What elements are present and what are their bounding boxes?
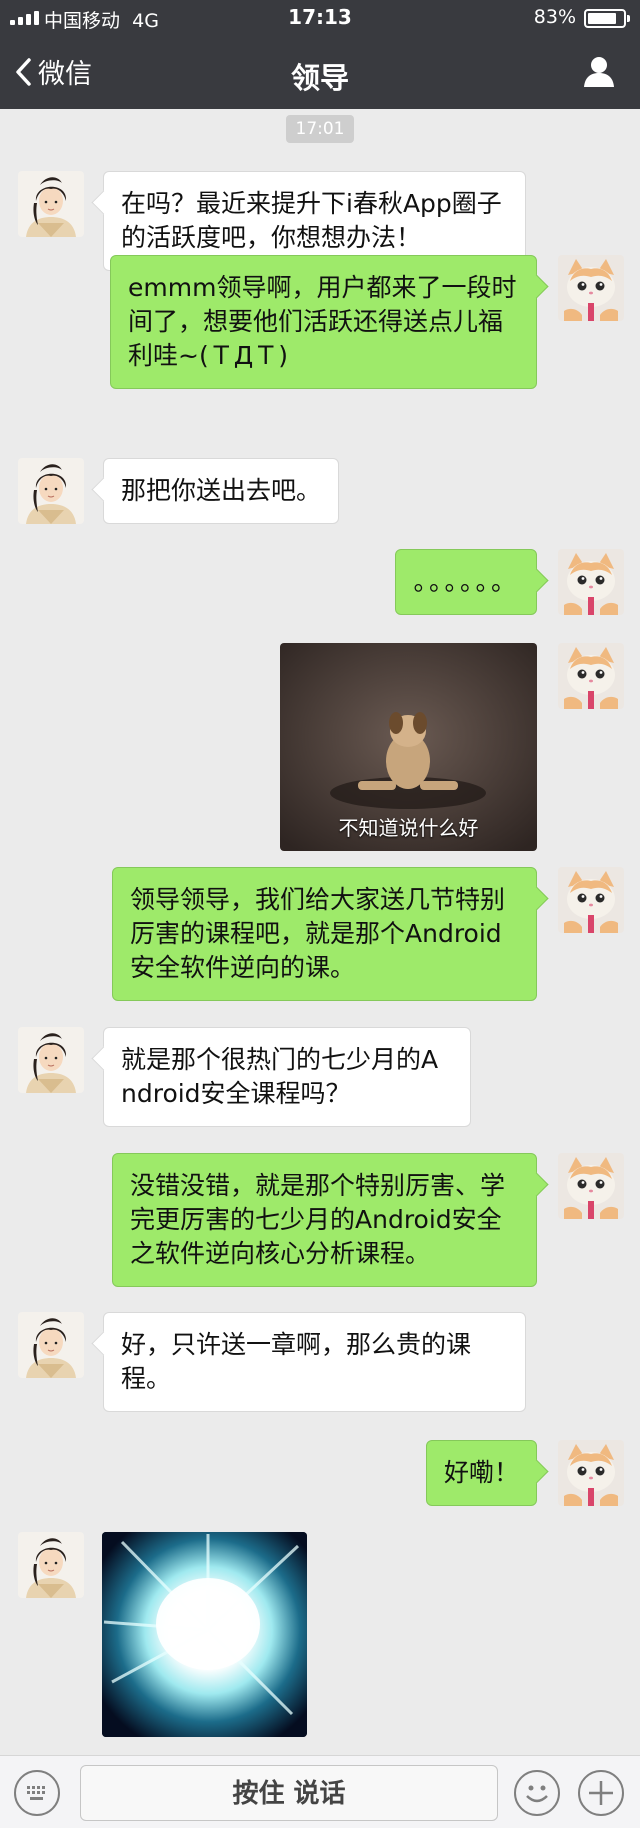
battery-percent: 83%	[533, 6, 576, 28]
plus-icon	[589, 1781, 613, 1805]
my-avatar-cat	[558, 1153, 624, 1219]
contact-avatar-portrait	[18, 458, 84, 524]
contact-avatar[interactable]	[18, 458, 84, 524]
my-avatar-cat	[558, 643, 624, 709]
contact-avatar-portrait	[18, 171, 84, 237]
nav-bar: 微信 领导	[0, 36, 640, 109]
contact-avatar[interactable]	[18, 1027, 84, 1093]
chat-info-button[interactable]	[582, 54, 616, 92]
contact-avatar-portrait	[18, 1312, 84, 1378]
battery-icon	[584, 9, 630, 28]
keyboard-icon	[27, 1786, 45, 1800]
image-message-puppy[interactable]: 不知道说什么好	[280, 643, 537, 851]
my-avatar-cat	[558, 1440, 624, 1506]
contact-avatar[interactable]	[18, 171, 84, 237]
my-avatar-cat	[558, 867, 624, 933]
contact-avatar-portrait	[18, 1027, 84, 1093]
message-bubble-outgoing[interactable]: 。。。。。。	[395, 549, 537, 615]
my-avatar-cat	[558, 255, 624, 321]
my-avatar[interactable]	[558, 255, 624, 321]
keyboard-toggle-button[interactable]	[14, 1770, 60, 1816]
message-bubble-incoming[interactable]: 好，只许送一章啊，那么贵的课程。	[103, 1312, 526, 1412]
message-bubble-outgoing[interactable]: emmm领导啊，用户都来了一段时间了，想要他们活跃还得送点儿福利哇~(ＴДＴ)	[110, 255, 537, 389]
input-bar: 按住 说话	[0, 1755, 640, 1828]
contact-avatar-portrait	[18, 1532, 84, 1598]
light-burst-image	[102, 1532, 307, 1737]
chat-title: 领导	[290, 61, 349, 95]
emoji-button[interactable]	[514, 1770, 560, 1816]
message-bubble-outgoing[interactable]: 领导领导，我们给大家送几节特别厉害的课程吧，就是那个Android安全软件逆向的…	[112, 867, 537, 1001]
hold-to-talk-button[interactable]: 按住 说话	[80, 1765, 498, 1821]
emoji-icon	[526, 1785, 548, 1803]
my-avatar[interactable]	[558, 1153, 624, 1219]
my-avatar[interactable]	[558, 549, 624, 615]
status-bar: 中国移动 4G 17:13 83%	[0, 0, 640, 36]
person-icon	[584, 57, 614, 87]
image-message-light-burst[interactable]	[102, 1532, 307, 1737]
image-caption: 不知道说什么好	[338, 816, 479, 840]
my-avatar-cat	[558, 549, 624, 615]
my-avatar[interactable]	[558, 643, 624, 709]
my-avatar[interactable]	[558, 867, 624, 933]
chat-area[interactable]: 17:01 在吗？最近来提升下i春秋App圈子的活跃度吧，你想想办法！ emmm…	[0, 109, 640, 1755]
more-button[interactable]	[578, 1770, 624, 1816]
message-bubble-incoming[interactable]: 那把你送出去吧。	[103, 458, 340, 524]
contact-avatar[interactable]	[18, 1532, 84, 1598]
message-timestamp: 17:01	[286, 115, 354, 143]
message-bubble-incoming[interactable]: 就是那个很热门的七少月的Android安全课程吗？	[103, 1027, 471, 1127]
my-avatar[interactable]	[558, 1440, 624, 1506]
contact-avatar[interactable]	[18, 1312, 84, 1378]
message-bubble-outgoing[interactable]: 没错没错，就是那个特别厉害、学完更厉害的七少月的Android安全之软件逆向核心…	[112, 1153, 537, 1287]
message-bubble-outgoing[interactable]: 好嘞！	[425, 1440, 537, 1506]
